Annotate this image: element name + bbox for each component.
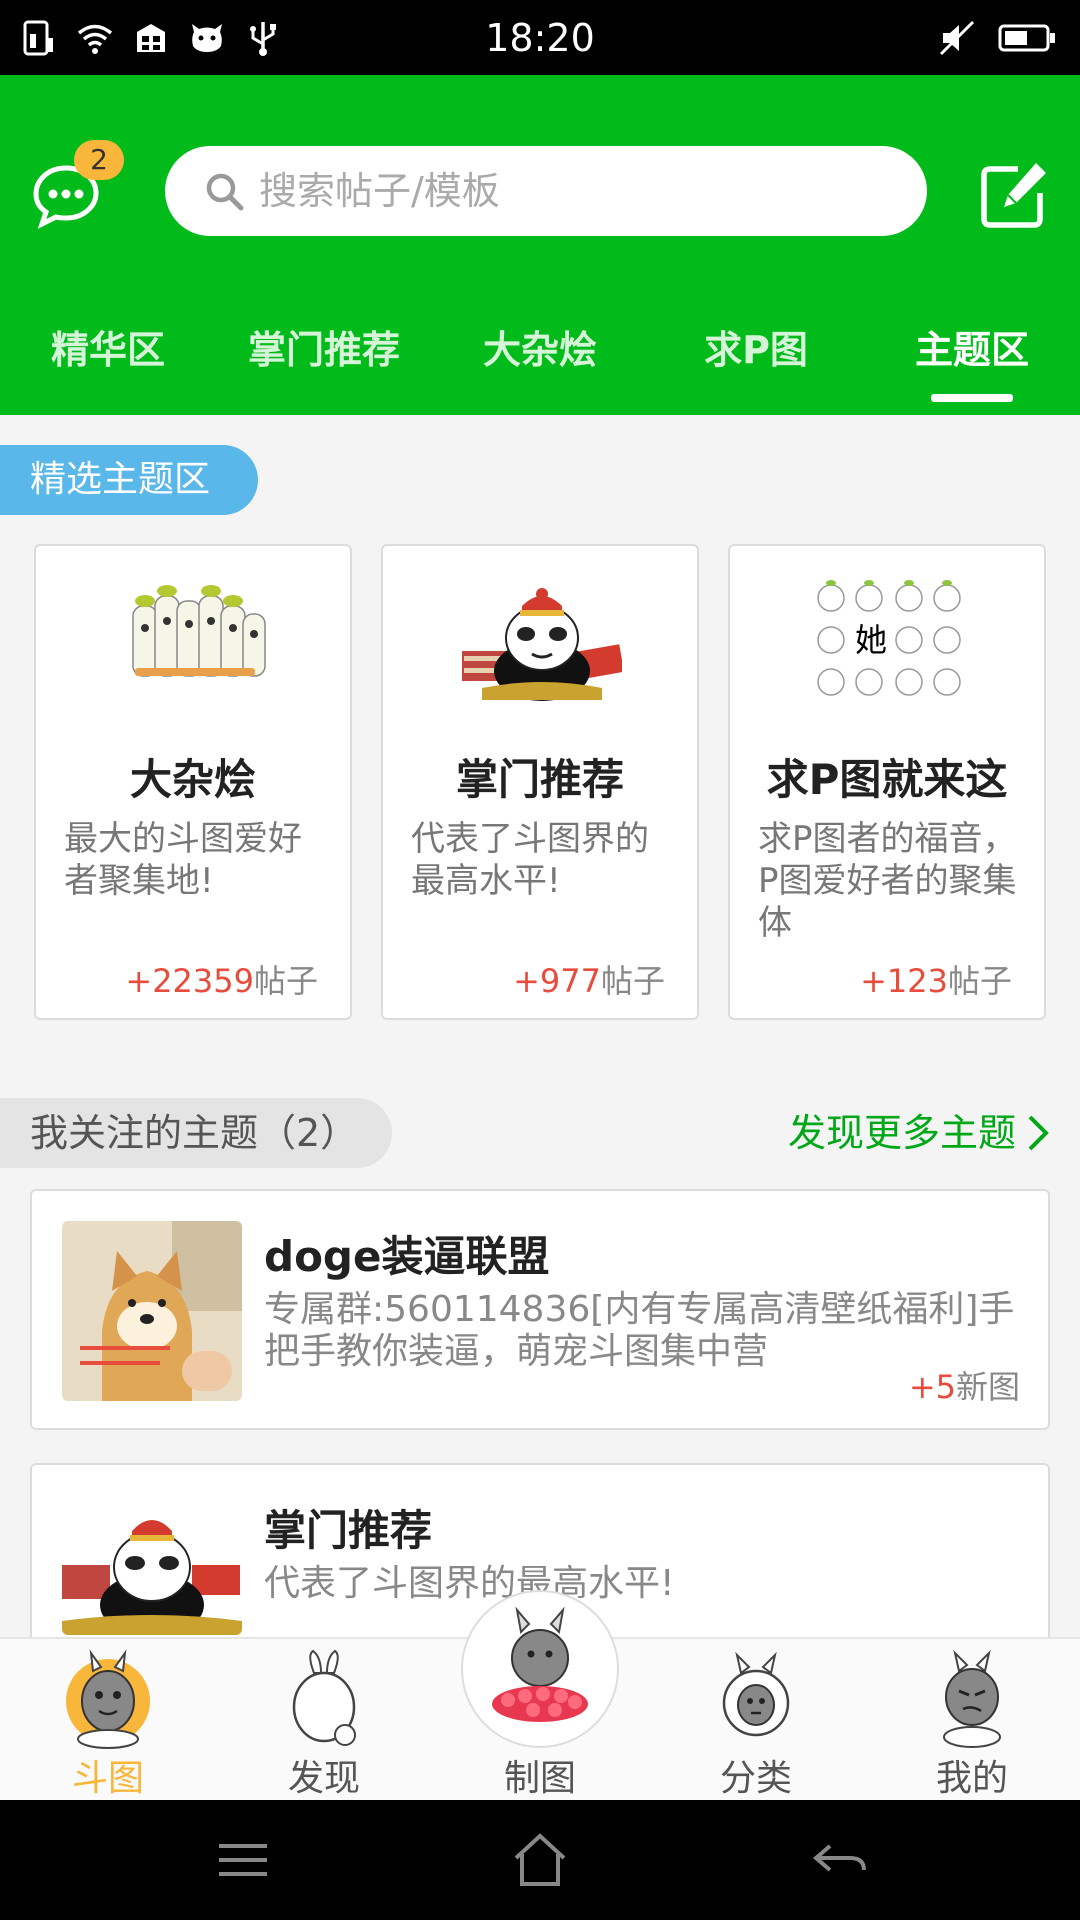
home-icon[interactable] xyxy=(510,1830,570,1890)
back-icon[interactable] xyxy=(810,1830,870,1890)
bunny-smirk-icon xyxy=(943,1649,1001,1748)
status-icons-right xyxy=(936,18,1058,58)
card-description: 最大的斗图爱好者聚集地! xyxy=(64,819,302,901)
card-title: 掌门推荐 xyxy=(455,755,624,804)
create-meme-button[interactable] xyxy=(461,1590,619,1748)
card-post-count: +977帖子 xyxy=(513,962,665,1000)
doge-image xyxy=(62,1221,242,1401)
topic-description: 代表了斗图界的最高水平! xyxy=(264,1563,675,1604)
topic-thumbnail xyxy=(62,1495,242,1635)
chevron-right-icon xyxy=(1028,1115,1049,1151)
followed-topic-card[interactable]: doge装逼联盟 专属群:560114836[内有专属高清壁纸福利]手把手教你装… xyxy=(30,1189,1050,1430)
status-bar: 18:20 xyxy=(0,0,1080,75)
bunny-hood-icon xyxy=(722,1651,790,1737)
message-badge: 2 xyxy=(74,140,124,180)
tab-topics[interactable]: 主题区 xyxy=(864,320,1080,415)
clock: 18:20 xyxy=(485,16,595,60)
topic-description: 专属群:560114836[内有专属高清壁纸福利]手把手教你装逼，萌宠斗图集中营 xyxy=(264,1289,1015,1372)
category-tabs: 精华区 掌门推荐 大杂烩 求P图 主题区 xyxy=(0,320,1080,415)
search-icon xyxy=(206,173,244,211)
featured-card[interactable]: 掌门推荐 代表了斗图界的最高水平! +977帖子 xyxy=(381,544,699,1020)
card-description: 求P图者的福音，P图爱好者的聚集体 xyxy=(758,819,1017,943)
menu-icon[interactable] xyxy=(213,1830,273,1890)
nav-item-mine[interactable]: 我的 xyxy=(864,1639,1080,1802)
bunny-mascot-icon xyxy=(66,1649,150,1749)
card-title: 大杂烩 xyxy=(129,755,256,804)
card-post-count: +123帖子 xyxy=(860,962,1012,1000)
panda-emperor-image xyxy=(62,1495,242,1635)
featured-cards: 大杂烩 最大的斗图爱好者聚集地! +22359帖子 掌门推荐 代表了斗图界的最高… xyxy=(34,544,1046,1020)
card-title: 求P图就来这 xyxy=(766,755,1008,804)
compose-icon[interactable] xyxy=(978,159,1050,231)
topic-new-count: +5新图 xyxy=(908,1368,1020,1406)
nav-item-doutu[interactable]: 斗图 xyxy=(0,1639,216,1802)
featured-card[interactable]: 大杂烩 最大的斗图爱好者聚集地! +22359帖子 xyxy=(34,544,352,1020)
nav-label: 我的 xyxy=(935,1758,1008,1799)
topic-title: doge装逼联盟 xyxy=(264,1232,550,1281)
bunny-back-icon xyxy=(292,1649,356,1746)
sprout-grid-image: 她 xyxy=(817,580,961,696)
topic-thumbnail xyxy=(62,1221,242,1401)
card-post-count: +22359帖子 xyxy=(125,962,318,1000)
followed-topics-label: 我关注的主题（2） xyxy=(0,1098,392,1168)
tab-request-edit[interactable]: 求P图 xyxy=(648,320,864,415)
search-input[interactable] xyxy=(259,169,859,213)
mute-icon xyxy=(939,20,975,56)
app-header: 2 精华区 掌门推荐 大杂烩 求P图 主题区 xyxy=(0,75,1080,415)
tab-miscellany[interactable]: 大杂烩 xyxy=(432,320,648,415)
featured-topics-label: 精选主题区 xyxy=(0,445,258,515)
discover-more-link[interactable]: 发现更多主题 xyxy=(788,1103,1050,1163)
battery-icon xyxy=(998,24,1055,52)
nav-label: 制图 xyxy=(503,1758,576,1799)
search-bar[interactable] xyxy=(165,146,927,236)
system-navigation-bar xyxy=(0,1800,1080,1920)
tab-recommended[interactable]: 掌门推荐 xyxy=(216,320,432,415)
nav-item-discover[interactable]: 发现 xyxy=(216,1639,432,1802)
tab-essence[interactable]: 精华区 xyxy=(0,320,216,415)
nav-item-category[interactable]: 分类 xyxy=(648,1639,864,1802)
card-description: 代表了斗图界的最高水平! xyxy=(411,819,649,901)
nav-label: 发现 xyxy=(287,1758,360,1799)
meme-group-image xyxy=(132,585,266,677)
discover-more-label: 发现更多主题 xyxy=(787,1111,1016,1155)
topic-title: 掌门推荐 xyxy=(264,1506,433,1555)
sprout-image-text: 她 xyxy=(855,621,887,659)
featured-card[interactable]: 她 求P图就来这 求P图者的福音，P图爱好者的聚集体 +123帖子 xyxy=(728,544,1046,1020)
bunny-heart-icon xyxy=(492,1606,588,1722)
nav-label: 斗图 xyxy=(71,1758,144,1799)
nav-label: 分类 xyxy=(719,1758,792,1799)
panda-emperor-image xyxy=(462,588,622,701)
